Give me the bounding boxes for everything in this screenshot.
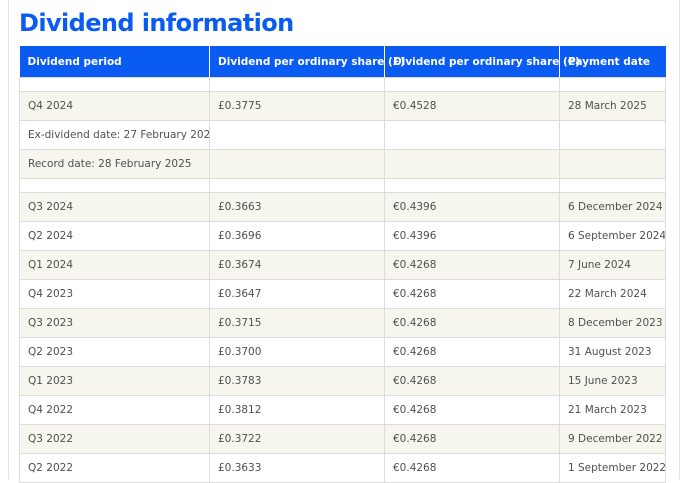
cell-dividend-eur: €0.4396 — [384, 221, 560, 251]
table-row: Q2 2023 £0.3700 €0.4268 31 August 2023 — [19, 337, 666, 367]
table-row: Ex-dividend date: 27 February 2025 — [19, 120, 666, 150]
cell-dividend-period: Q2 2023 — [19, 337, 210, 367]
table-body: Q4 2024 £0.3775 €0.4528 28 March 2025 Ex-div… — [19, 77, 666, 483]
cell-dividend-eur: €0.4268 — [384, 395, 560, 425]
cell-dividend-gbp: £0.3715 — [209, 308, 385, 338]
cell-dividend-period: Record date: 28 February 2025 — [19, 149, 210, 179]
cell-dividend-eur: €0.4528 — [384, 91, 560, 121]
header-row: Dividend period Dividend per ordinary sh… — [19, 46, 666, 78]
cell-payment-date — [559, 77, 666, 92]
cell-dividend-eur: €0.4268 — [384, 279, 560, 309]
dividend-table: Dividend period Dividend per ordinary sh… — [19, 46, 666, 483]
table-row: Q3 2023 £0.3715 €0.4268 8 December 2023 — [19, 308, 666, 338]
cell-payment-date: 1 September 2022 — [559, 453, 666, 483]
cell-payment-date: 21 March 2023 — [559, 395, 666, 425]
table-row: Q4 2024 £0.3775 €0.4528 28 March 2025 — [19, 91, 666, 121]
cell-dividend-period — [19, 77, 210, 92]
header-dividend-eur: Dividend per ordinary share (€) — [384, 46, 580, 78]
cell-dividend-period: Q4 2024 — [19, 91, 210, 121]
cell-dividend-eur — [384, 178, 560, 193]
cell-payment-date: 15 June 2023 — [559, 366, 666, 396]
cell-dividend-eur — [384, 120, 560, 150]
cell-dividend-gbp — [209, 120, 385, 150]
page-title: Dividend information — [19, 9, 294, 37]
cell-dividend-gbp: £0.3663 — [209, 192, 385, 222]
table-row: Q1 2023 £0.3783 €0.4268 15 June 2023 — [19, 366, 666, 396]
cell-payment-date: 28 March 2025 — [559, 91, 666, 121]
cell-dividend-period: Q3 2024 — [19, 192, 210, 222]
table-row: Q2 2024 £0.3696 €0.4396 6 September 2024 — [19, 221, 666, 251]
cell-payment-date: 31 August 2023 — [559, 337, 666, 367]
table-spacer-row — [19, 178, 666, 193]
cell-dividend-eur: €0.4268 — [384, 337, 560, 367]
cell-dividend-period: Q2 2024 — [19, 221, 210, 251]
table-row: Q2 2022 £0.3633 €0.4268 1 September 2022 — [19, 453, 666, 483]
cell-dividend-gbp: £0.3812 — [209, 395, 385, 425]
cell-payment-date: 9 December 2022 — [559, 424, 666, 454]
table-row: Q3 2024 £0.3663 €0.4396 6 December 2024 — [19, 192, 666, 222]
cell-dividend-eur: €0.4268 — [384, 308, 560, 338]
cell-dividend-gbp — [209, 77, 385, 92]
cell-dividend-period: Ex-dividend date: 27 February 2025 — [19, 120, 210, 150]
cell-dividend-period: Q2 2022 — [19, 453, 210, 483]
cell-payment-date: 6 September 2024 — [559, 221, 666, 251]
cell-dividend-period: Q4 2023 — [19, 279, 210, 309]
cell-dividend-eur: €0.4396 — [384, 192, 560, 222]
table-row: Q4 2023 £0.3647 €0.4268 22 March 2024 — [19, 279, 666, 309]
cell-dividend-gbp: £0.3783 — [209, 366, 385, 396]
cell-dividend-period: Q1 2024 — [19, 250, 210, 280]
cell-payment-date: 8 December 2023 — [559, 308, 666, 338]
cell-dividend-gbp — [209, 178, 385, 193]
header-dividend-gbp: Dividend per ordinary share (£) — [209, 46, 405, 78]
table-header: Dividend period Dividend per ordinary sh… — [19, 46, 666, 78]
cell-dividend-period: Q3 2022 — [19, 424, 210, 454]
cell-dividend-gbp: £0.3775 — [209, 91, 385, 121]
cell-dividend-gbp: £0.3700 — [209, 337, 385, 367]
cell-payment-date — [559, 149, 666, 179]
cell-dividend-period — [19, 178, 210, 193]
cell-dividend-gbp: £0.3647 — [209, 279, 385, 309]
cell-dividend-gbp — [209, 149, 385, 179]
page-left-border — [8, 0, 9, 479]
header-payment-date: Payment date — [559, 46, 666, 78]
cell-dividend-eur — [384, 149, 560, 179]
cell-payment-date: 22 March 2024 — [559, 279, 666, 309]
cell-payment-date: 6 December 2024 — [559, 192, 666, 222]
header-dividend-period: Dividend period — [19, 46, 210, 78]
cell-dividend-eur: €0.4268 — [384, 453, 560, 483]
table-row: Q4 2022 £0.3812 €0.4268 21 March 2023 — [19, 395, 666, 425]
cell-dividend-period: Q4 2022 — [19, 395, 210, 425]
table-spacer-row — [19, 77, 666, 92]
cell-dividend-eur: €0.4268 — [384, 250, 560, 280]
table-row: Q1 2024 £0.3674 €0.4268 7 June 2024 — [19, 250, 666, 280]
cell-payment-date — [559, 178, 666, 193]
cell-dividend-eur — [384, 77, 560, 92]
cell-dividend-gbp: £0.3674 — [209, 250, 385, 280]
cell-dividend-gbp: £0.3722 — [209, 424, 385, 454]
cell-dividend-period: Q1 2023 — [19, 366, 210, 396]
table-row: Q3 2022 £0.3722 €0.4268 9 December 2022 — [19, 424, 666, 454]
cell-dividend-gbp: £0.3633 — [209, 453, 385, 483]
cell-dividend-eur: €0.4268 — [384, 424, 560, 454]
table-row: Record date: 28 February 2025 — [19, 149, 666, 179]
cell-payment-date — [559, 120, 666, 150]
cell-payment-date: 7 June 2024 — [559, 250, 666, 280]
page-right-border — [679, 0, 680, 479]
cell-dividend-period: Q3 2023 — [19, 308, 210, 338]
cell-dividend-gbp: £0.3696 — [209, 221, 385, 251]
cell-dividend-eur: €0.4268 — [384, 366, 560, 396]
